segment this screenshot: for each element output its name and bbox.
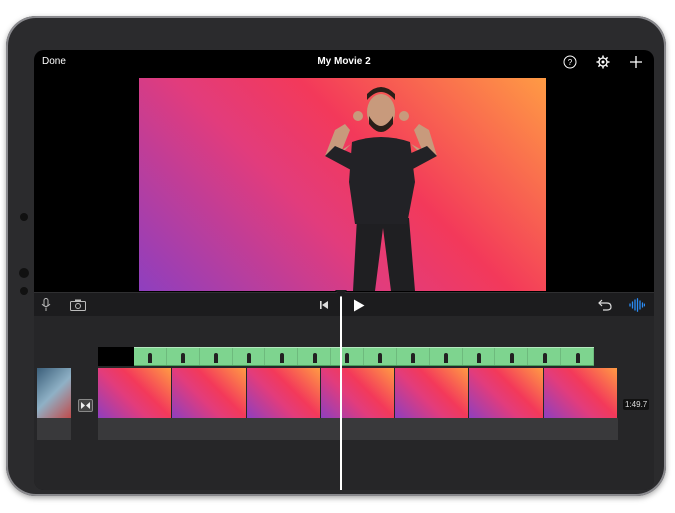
play-icon: [354, 299, 365, 311]
camera-icon: [70, 299, 86, 311]
audio-waveform-button[interactable]: [628, 296, 646, 314]
green-screen-strip[interactable]: [134, 347, 595, 366]
question-circle-icon: ?: [563, 55, 577, 69]
camera-dot: [20, 213, 28, 221]
top-bar: Done My Movie 2 ?: [34, 50, 654, 76]
clip-duration: 1:49.7: [623, 399, 650, 410]
previous-clip-thumbnail[interactable]: [37, 368, 71, 418]
help-button[interactable]: ?: [562, 54, 578, 70]
previous-clip-audio: [37, 418, 71, 440]
video-viewer: [34, 76, 654, 292]
transition-button[interactable]: [78, 399, 93, 412]
timeline[interactable]: 1:49.7: [34, 316, 654, 490]
undo-icon: [598, 299, 612, 311]
svg-text:?: ?: [568, 58, 573, 67]
sensor-dot: [20, 287, 28, 295]
camera-button[interactable]: [68, 296, 88, 314]
playhead[interactable]: [340, 292, 342, 490]
app-screen: Done My Movie 2 ? 1:49.7: [34, 50, 654, 490]
sensor-dot: [19, 268, 29, 278]
project-title: My Movie 2: [317, 56, 371, 67]
settings-button[interactable]: [595, 54, 611, 70]
plus-icon: [630, 56, 642, 68]
transition-icon: [81, 402, 90, 409]
voiceover-button[interactable]: [38, 296, 54, 314]
microphone-icon: [41, 298, 51, 311]
play-button[interactable]: [350, 296, 368, 314]
skip-to-start-button[interactable]: [316, 296, 332, 314]
ipad-frame: Done My Movie 2 ? 1:49.7: [6, 16, 666, 496]
gear-icon: [596, 55, 610, 69]
background-clip[interactable]: [98, 368, 618, 418]
waveform-icon: [629, 298, 645, 312]
actor-figure: [325, 87, 437, 291]
playhead-marker: [335, 290, 347, 297]
clip-audio-track: [98, 418, 618, 440]
green-screen-clip[interactable]: [98, 347, 595, 366]
add-media-button[interactable]: [628, 54, 644, 70]
skip-to-start-icon: [320, 301, 328, 309]
video-preview[interactable]: [139, 78, 546, 291]
undo-button[interactable]: [596, 296, 614, 314]
